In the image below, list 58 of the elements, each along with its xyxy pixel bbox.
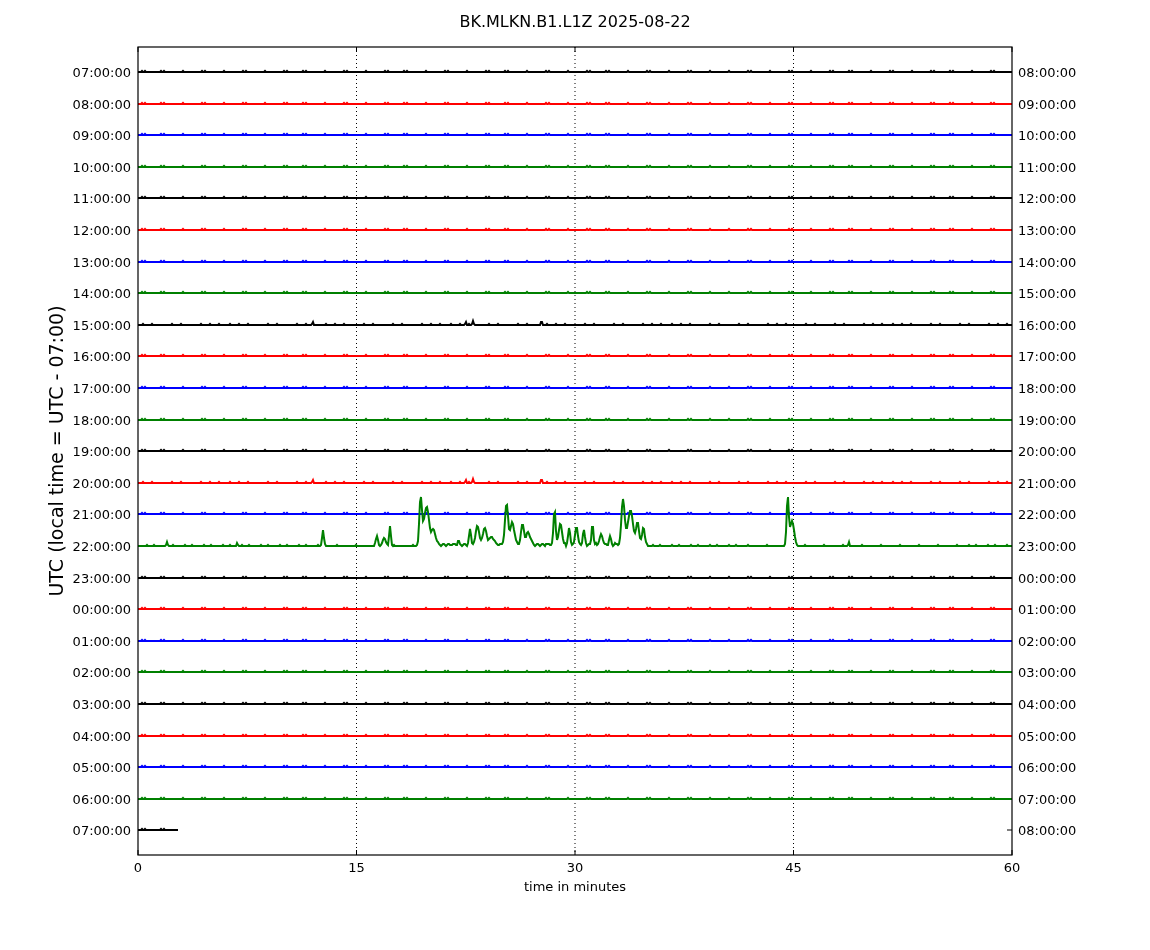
y-tick-label: 07:00:00 — [72, 823, 131, 838]
y-tick-label: 18:00:00 — [1018, 381, 1077, 396]
y-tick-label: 07:00:00 — [72, 65, 131, 80]
y-tick-label: 08:00:00 — [72, 97, 131, 112]
y-tick-label: 03:00:00 — [72, 697, 131, 712]
y-tick-label: 17:00:00 — [1018, 349, 1077, 364]
y-tick-label: 20:00:00 — [1018, 444, 1077, 459]
y-tick-label: 13:00:00 — [72, 255, 131, 270]
y-tick-label: 20:00:00 — [72, 476, 131, 491]
y-tick-label: 08:00:00 — [1018, 65, 1077, 80]
y-tick-label: 09:00:00 — [1018, 97, 1077, 112]
x-tick-label: 15 — [348, 860, 365, 875]
y-tick-label: 19:00:00 — [72, 444, 131, 459]
y-tick-label: 10:00:00 — [72, 160, 131, 175]
y-tick-label: 17:00:00 — [72, 381, 131, 396]
y-tick-label: 11:00:00 — [1018, 160, 1077, 175]
x-tick-label: 60 — [1003, 860, 1021, 875]
y-tick-label: 22:00:00 — [1018, 507, 1077, 522]
y-tick-label: 21:00:00 — [72, 507, 131, 522]
y-tick-label: 02:00:00 — [72, 665, 131, 680]
y-tick-label: 16:00:00 — [72, 349, 131, 364]
y-tick-label: 13:00:00 — [1018, 223, 1077, 238]
y-tick-label: 00:00:00 — [72, 602, 131, 617]
y-tick-label: 09:00:00 — [72, 128, 131, 143]
x-tick-label: 0 — [133, 860, 143, 875]
y-tick-label: 04:00:00 — [1018, 697, 1077, 712]
y-tick-label: 23:00:00 — [1018, 539, 1077, 554]
y-tick-label: 08:00:00 — [1018, 823, 1077, 838]
y-tick-label: 10:00:00 — [1018, 128, 1077, 143]
y-tick-label: 03:00:00 — [1018, 665, 1077, 680]
y-tick-label: 15:00:00 — [1018, 286, 1077, 301]
y-tick-label: 14:00:00 — [1018, 255, 1077, 270]
chart-title: BK.MLKN.B1.L1Z 2025-08-22 — [459, 12, 691, 31]
y-tick-label: 05:00:00 — [72, 760, 131, 775]
y-tick-label: 01:00:00 — [1018, 602, 1077, 617]
y-tick-label: 06:00:00 — [72, 792, 131, 807]
y-tick-label: 19:00:00 — [1018, 413, 1077, 428]
y-tick-label: 12:00:00 — [72, 223, 131, 238]
y-tick-label: 21:00:00 — [1018, 476, 1077, 491]
y-tick-label: 04:00:00 — [72, 729, 131, 744]
y-tick-label: 01:00:00 — [72, 634, 131, 649]
x-axis-label: time in minutes — [523, 879, 627, 894]
x-tick-label: 30 — [566, 860, 584, 875]
y-axis-label: UTC (local time = UTC - 07:00) — [45, 305, 67, 597]
y-tick-label: 06:00:00 — [1018, 760, 1077, 775]
y-tick-label: 18:00:00 — [72, 413, 131, 428]
y-tick-label: 16:00:00 — [1018, 318, 1077, 333]
y-tick-label: 05:00:00 — [1018, 729, 1077, 744]
y-tick-label: 14:00:00 — [72, 286, 131, 301]
y-tick-label: 23:00:00 — [72, 571, 131, 586]
y-tick-label: 12:00:00 — [1018, 191, 1077, 206]
x-tick-label: 45 — [785, 860, 802, 875]
y-tick-label: 22:00:00 — [72, 539, 131, 554]
y-tick-label: 00:00:00 — [1018, 571, 1077, 586]
y-tick-label: 02:00:00 — [1018, 634, 1077, 649]
y-tick-label: 11:00:00 — [72, 191, 131, 206]
y-tick-label: 15:00:00 — [72, 318, 131, 333]
y-tick-label: 07:00:00 — [1018, 792, 1077, 807]
